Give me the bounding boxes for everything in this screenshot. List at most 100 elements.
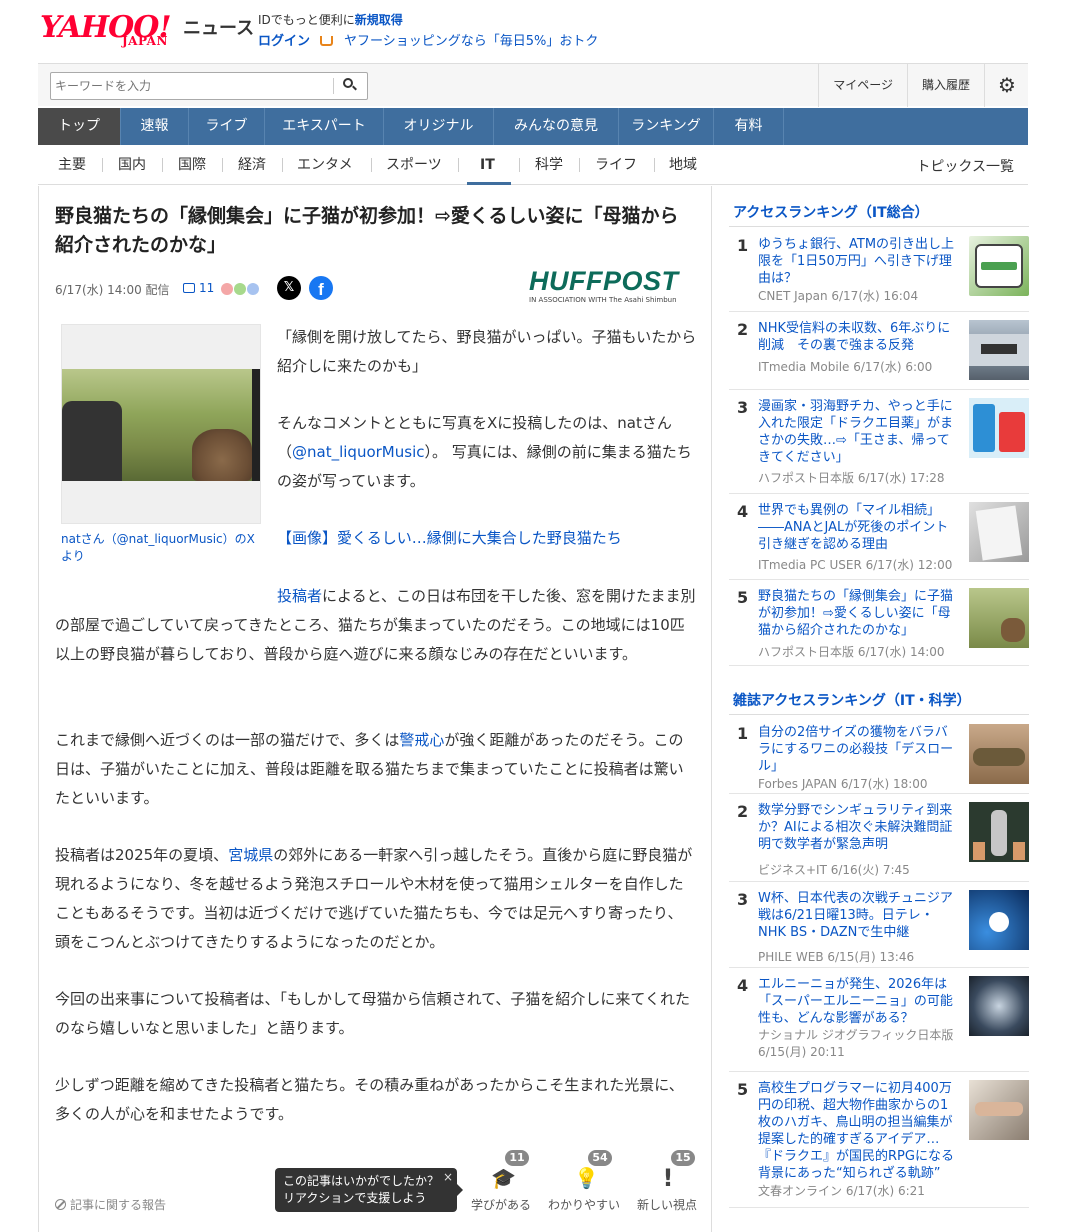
vigilance-link[interactable]: 警戒心 (399, 731, 444, 749)
user-links: マイページ 購入履歴 ⚙ (818, 64, 1028, 107)
topics-list-link[interactable]: トピックス一覧 (916, 156, 1014, 176)
logo-news-text[interactable]: ニュース (183, 14, 254, 40)
cat-divider (371, 158, 372, 172)
ranking-item[interactable]: 5 高校生プログラマーに初月400万円の印税、超大物作曲家からの1枚のハガキ、鳥… (729, 1080, 1029, 1208)
site-header: YAHOO! JAPAN ニュース IDでもっと便利に新規取得 ログイン ヤフーシ… (38, 8, 1028, 60)
login-link[interactable]: ログイン (258, 34, 310, 49)
reaction-tooltip: この記事はいかがでしたか？ リアクションで支援しよう × (275, 1168, 463, 1212)
rank-title[interactable]: 野良猫たちの「縁側集会」に子猫が初参加！⇨愛くるしい姿に「母猫から紹介されたのか… (758, 588, 956, 639)
rank-source: 文春オンライン 6/17(水) 6:21 (758, 1184, 925, 1198)
nav-paid[interactable]: 有料 (714, 108, 784, 145)
nav-ranking[interactable]: ランキング (619, 108, 714, 145)
comment-icon[interactable] (183, 283, 195, 293)
rank-number: 4 (737, 976, 749, 995)
access-ranking-title[interactable]: アクセスランキング（IT総合） (733, 202, 929, 222)
cat-world[interactable]: 国際 (178, 156, 206, 174)
nav-expert[interactable]: エキスパート (265, 108, 384, 145)
cat-domestic[interactable]: 国内 (118, 156, 146, 174)
signup-link[interactable]: 新規取得 (355, 13, 403, 27)
search-bar: マイページ 購入履歴 ⚙ (38, 63, 1028, 107)
rank-title[interactable]: 高校生プログラマーに初月400万円の印税、超大物作曲家からの1枚のハガキ、鳥山明… (758, 1080, 956, 1182)
cat-divider (519, 158, 520, 172)
cat-sports[interactable]: スポーツ (386, 156, 442, 174)
ranking-item[interactable]: 4 エルニーニョが発生、2026年は「スーパーエルニーニョ」の可能性も、どんな影… (729, 976, 1029, 1072)
cat-economy[interactable]: 経済 (238, 156, 266, 174)
facebook-share-icon[interactable]: f (309, 276, 333, 300)
ranking-item[interactable]: 3 漫画家・羽海野チカ、やっと手に入れた限定「ドラクエ目薬」がまさかの失敗…⇨「… (729, 398, 1029, 494)
search-input[interactable] (55, 76, 327, 96)
gallery-link[interactable]: 【画像】愛くるしい…縁側に大集合した野良猫たち (277, 524, 697, 553)
magazine-ranking-title[interactable]: 雑誌アクセスランキング（IT・科学） (733, 690, 971, 710)
rank-title[interactable]: W杯、日本代表の次戦チュニジア戦は6/21日曜13時。日テレ・NHK BS・DA… (758, 890, 956, 941)
reaction-new-view-button[interactable]: 15 ! 新しい視点 (629, 1150, 705, 1214)
paragraph-4-text: によると、この日は布団を干した後、窓を開けたまま別の部屋で過ごしていて戻ってきた… (55, 587, 696, 663)
cat-divider (102, 158, 103, 172)
rank-title[interactable]: 漫画家・羽海野チカ、やっと手に入れた限定「ドラクエ目薬」がまさかの失敗…⇨「王さ… (758, 398, 956, 466)
cat-life[interactable]: ライフ (595, 156, 637, 174)
article-photo[interactable] (61, 324, 261, 524)
article-headline: 野良猫たちの「縁側集会」に子猫が初参加！⇨愛くるしい姿に「母猫から紹介されたのか… (55, 205, 679, 256)
nav-live[interactable]: ライブ (189, 108, 265, 145)
thumbnail-image (969, 398, 1029, 458)
reaction-face-icon (247, 283, 259, 295)
cat-it[interactable]: IT (480, 156, 495, 174)
reaction-count: 54 (588, 1150, 612, 1166)
cat-entertainment[interactable]: エンタメ (297, 156, 353, 174)
reaction-clear-button[interactable]: 54 💡 わかりやすい (546, 1150, 622, 1214)
nav-breaking[interactable]: 速報 (121, 108, 189, 145)
reaction-label: 新しい視点 (636, 1198, 697, 1212)
x-share-icon[interactable]: 𝕏 (277, 276, 301, 300)
photo-caption[interactable]: natさん（@nat_liquorMusic）のXより (61, 531, 261, 565)
tooltip-close-button[interactable]: × (443, 1169, 453, 1186)
cat-local[interactable]: 地域 (669, 156, 697, 174)
thumbnail-image (969, 588, 1029, 648)
ranking-item[interactable]: 3 W杯、日本代表の次戦チュニジア戦は6/21日曜13時。日テレ・NHK BS・… (729, 890, 1029, 968)
paragraph-8: 少しずつ距離を縮めてきた投稿者と猫たち。その積み重ねがあったからこそ生まれた光景… (55, 1076, 684, 1123)
article: 野良猫たちの「縁側集会」に子猫が初参加！⇨愛くるしい姿に「母猫から紹介されたのか… (38, 186, 712, 1232)
shopping-link[interactable]: ヤフーショッピングなら「毎日5%」おトク (344, 34, 598, 49)
paragraph-5: これまで縁側へ近づくのは一部の猫だけで、多くは警戒心が強く距離があったのだそう。… (55, 726, 697, 813)
rank-title[interactable]: 自分の2倍サイズの獲物をバラバラにするワニの必殺技「デスロール」 (758, 724, 956, 775)
comment-count[interactable]: 11 (199, 281, 214, 295)
search-icon[interactable] (343, 78, 357, 92)
rank-number: 5 (737, 588, 749, 607)
cat-divider (162, 158, 163, 172)
rank-title[interactable]: エルニーニョが発生、2026年は「スーパーエルニーニョ」の可能性も、どんな影響が… (758, 976, 956, 1027)
nav-top[interactable]: トップ (38, 108, 121, 145)
ranking-item[interactable]: 1 ゆうちょ銀行、ATMの引き出し上限を「1日50万円」へ引き下げ理由は？ CN… (729, 236, 1029, 312)
cat-science[interactable]: 科学 (535, 156, 563, 174)
thumbnail-image (969, 890, 1029, 950)
rank-title[interactable]: 数学分野でシンギュラリティ到来か？AIによる相次ぐ未解決難問証明で数学者が緊急声… (758, 802, 956, 853)
rank-number: 1 (737, 724, 749, 743)
report-link[interactable]: 記事に関する報告 (55, 1196, 166, 1213)
ranking-item[interactable]: 1 自分の2倍サイズの獲物をバラバラにするワニの必殺技「デスロール」 Forbe… (729, 724, 1029, 794)
author-x-link[interactable]: @nat_liquorMusic (292, 443, 424, 461)
ranking-item[interactable]: 4 世界でも異例の「マイル相続」――ANAとJALが死後のポイント引き継ぎを認め… (729, 502, 1029, 580)
cat-main[interactable]: 主要 (58, 156, 86, 174)
poster-link[interactable]: 投稿者 (277, 587, 322, 605)
rank-source: ITmedia PC USER 6/17(水) 12:00 (758, 558, 953, 572)
settings-button[interactable]: ⚙ (984, 64, 1028, 107)
reaction-face-icon (221, 283, 233, 295)
nav-opinion[interactable]: みんなの意見 (494, 108, 619, 145)
photo-window-frame (252, 369, 260, 481)
rank-title[interactable]: ゆうちょ銀行、ATMの引き出し上限を「1日50万円」へ引き下げ理由は？ (758, 236, 956, 287)
my-page-link[interactable]: マイページ (818, 64, 907, 107)
purchase-history-link[interactable]: 購入履歴 (906, 64, 984, 107)
rank-number: 2 (737, 802, 749, 821)
ranking-item[interactable]: 2 数学分野でシンギュラリティ到来か？AIによる相次ぐ未解決難問証明で数学者が緊… (729, 802, 1029, 882)
category-nav: 主要 国内 国際 経済 エンタメ スポーツ IT 科学 ライフ 地域 トピックス… (38, 145, 1028, 185)
huffpost-logo[interactable]: HUFFPOST IN ASSOCIATION WITH The Asahi S… (529, 266, 697, 308)
graduation-cap-icon: 🎓 (491, 1166, 516, 1190)
reaction-learn-button[interactable]: 11 🎓 学びがある (463, 1150, 539, 1214)
miyagi-link[interactable]: 宮城県 (228, 846, 273, 864)
rank-title[interactable]: NHK受信料の未収数、6年ぶりに削減 その裏で強まる反発 (758, 320, 956, 354)
rank-title[interactable]: 世界でも異例の「マイル相続」――ANAとJALが死後のポイント引き継ぎを認める理… (758, 502, 956, 553)
ranking-item[interactable]: 5 野良猫たちの「縁側集会」に子猫が初参加！⇨愛くるしい姿に「母猫から紹介された… (729, 588, 1029, 666)
nav-original[interactable]: オリジナル (384, 108, 494, 145)
ranking-item[interactable]: 2 NHK受信料の未収数、6年ぶりに削減 その裏で強まる反発 ITmedia M… (729, 320, 1029, 390)
yahoo-japan-logo[interactable]: YAHOO! JAPAN (40, 10, 182, 50)
reaction-count: 11 (505, 1150, 529, 1166)
reaction-label: 学びがある (470, 1198, 531, 1212)
huffpost-logo-text: HUFFPOST (529, 266, 679, 296)
